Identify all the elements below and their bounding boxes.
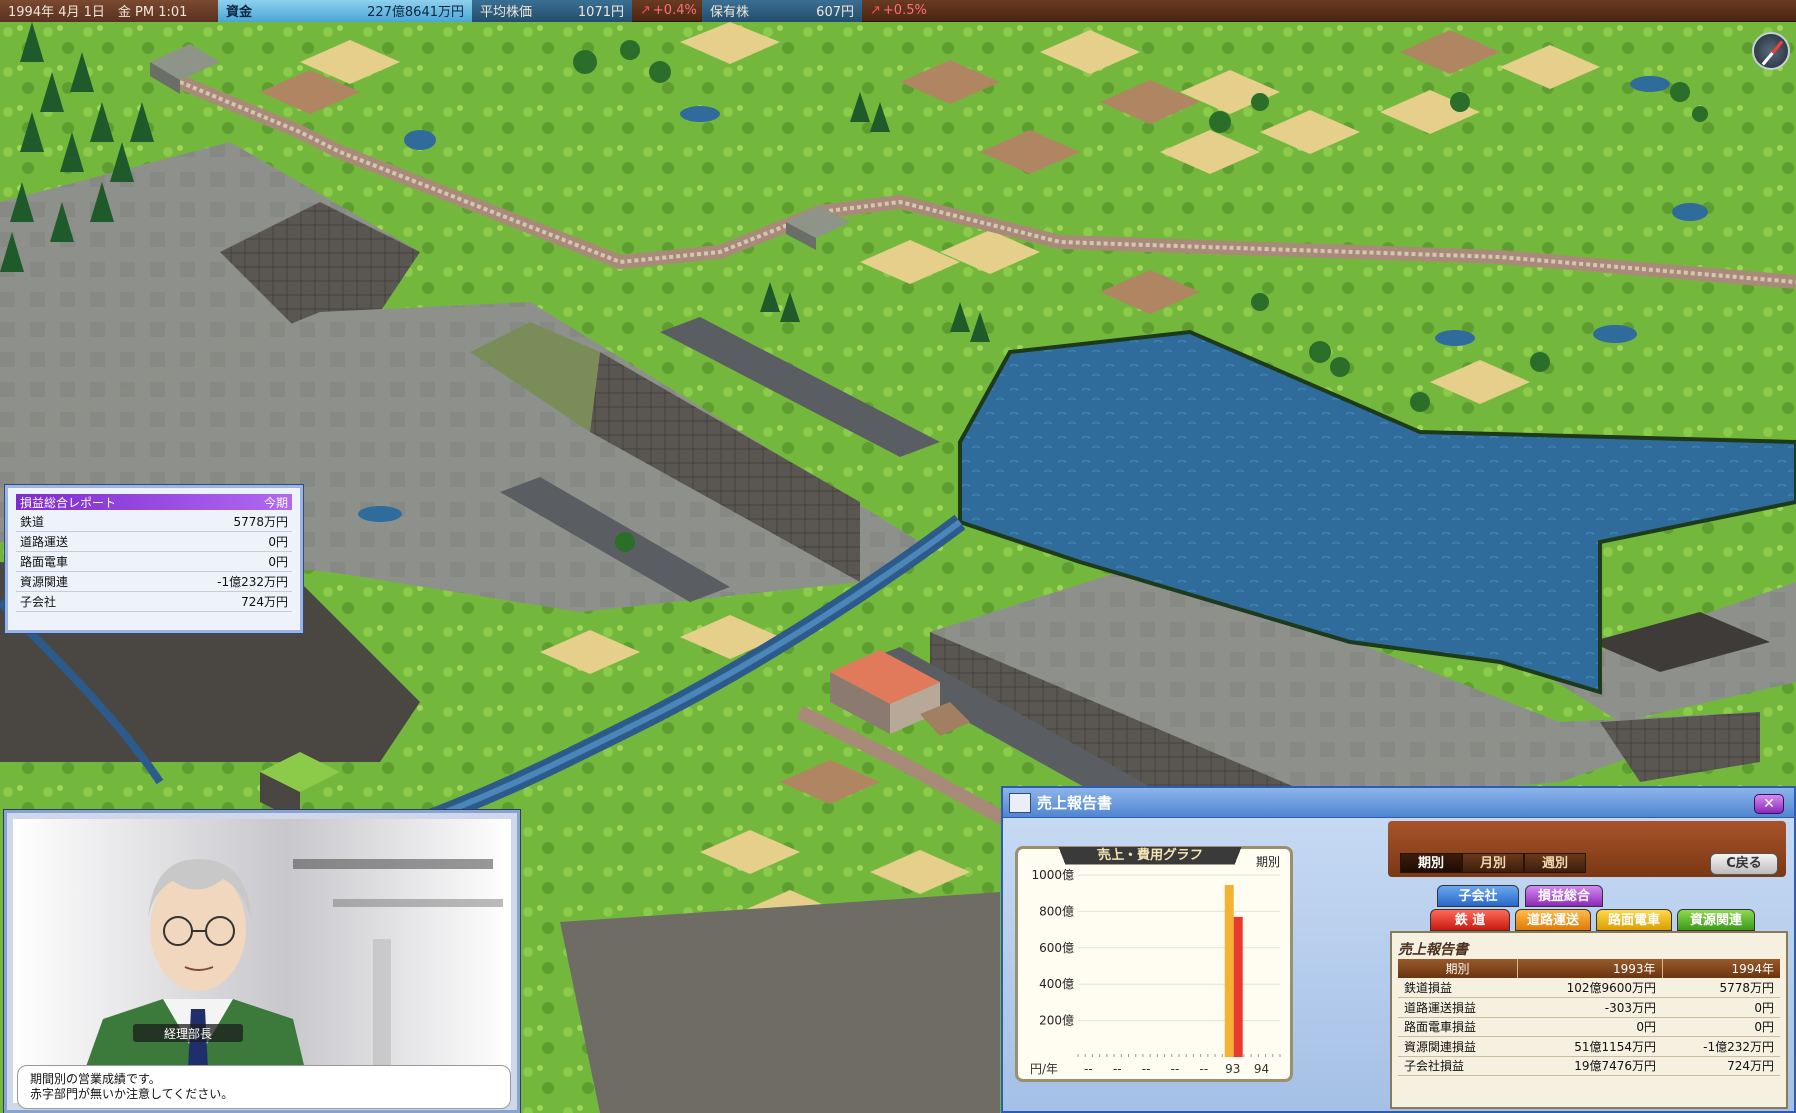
tab-subsidiary[interactable]: 子会社 — [1437, 885, 1519, 907]
tab-road-transport[interactable]: 道路運送 — [1515, 909, 1591, 931]
tab-weekly[interactable]: 週別 — [1524, 853, 1586, 873]
panel-header: 損益総合レポート 今期 — [16, 494, 292, 510]
revenue-expense-chart: 1000億 800億 600億 400億 200億円/年 -- -- -- -- -- 93 94 売… — [1015, 846, 1293, 1082]
window-title: 売上報告書 — [1037, 794, 1113, 812]
held-stock-change: ↗ +0.5% — [870, 3, 927, 18]
profit-loss-summary-panel: 損益総合レポート 今期 鉄道 5778万円 道路運送 0円 路面電車 0円 資源関連 -… — [5, 485, 303, 633]
x-tick-label: -- — [1084, 1062, 1093, 1076]
tab-period[interactable]: 期別 — [1400, 853, 1462, 873]
up-arrow-icon: ↗ — [640, 3, 651, 18]
summary-row: 資源関連 -1億232万円 — [16, 572, 292, 592]
table-row: 路面電車損益 0円 0円 — [1398, 1017, 1780, 1037]
advisor-portrait: 経理部長 — [13, 819, 511, 1103]
compass-icon[interactable] — [1752, 32, 1790, 70]
avg-stock-change: ↗ +0.4% — [640, 3, 697, 18]
summary-row: 道路運送 0円 — [16, 532, 292, 552]
column-header: 1994年 — [1661, 959, 1780, 978]
avg-stock-value: 1071円 — [552, 0, 632, 22]
held-stock-label: 保有株 — [702, 0, 782, 22]
sales-report-table-panel: 売上報告書 期別 1993年 1994年 鉄道損益 102億9600万円 5778万… — [1390, 931, 1788, 1109]
calculator-icon — [1009, 792, 1031, 813]
sales-report-window: 売上報告書 ✕ 1000億 800億 600億 400億 200億円/年 -- -- -- --… — [1001, 786, 1796, 1113]
tab-resources[interactable]: 資源関連 — [1677, 909, 1755, 931]
x-tick-label: -- — [1200, 1062, 1209, 1076]
period-tab-strip: 期別 月別 週別 C戻る — [1388, 821, 1786, 877]
table-row: 鉄道損益 102億9600万円 5778万円 — [1398, 978, 1780, 998]
game-screen: 1994年 4月 1日 金 PM 1:01 資金 227億8641万円 平均株価… — [0, 0, 1796, 1113]
tab-tram[interactable]: 路面電車 — [1596, 909, 1672, 931]
close-button[interactable]: ✕ — [1754, 794, 1784, 814]
up-arrow-icon: ↗ — [870, 3, 881, 18]
tab-pl-total[interactable]: 損益総合 — [1525, 885, 1603, 907]
chart-plot: 1000億 800億 600億 400億 200億円/年 -- -- -- -- -- 93 94 — [1030, 868, 1281, 1076]
unit-label: 円/年 — [1030, 1062, 1058, 1076]
x-tick-label: 93 — [1225, 1062, 1240, 1076]
back-button[interactable]: C戻る — [1710, 853, 1778, 875]
y-tick-label: 200億 — [1039, 1014, 1074, 1028]
held-stock-value: 607円 — [782, 0, 862, 22]
x-tick-label: -- — [1142, 1062, 1151, 1076]
y-tick-label: 1000億 — [1031, 868, 1074, 882]
column-header: 期別 — [1398, 959, 1518, 978]
panel-period: 今期 — [263, 495, 288, 510]
chart-title: 売上・費用グラフ — [1058, 846, 1242, 865]
y-tick-label: 400億 — [1039, 977, 1074, 991]
y-tick-label: 800億 — [1039, 904, 1074, 918]
status-bar: 1994年 4月 1日 金 PM 1:01 資金 227億8641万円 平均株価… — [0, 0, 1796, 22]
advisor-panel: 経理部長 期間別の営業成績です。 赤字部門が無いか注意してください。 — [4, 810, 520, 1113]
table-row: 道路運送損益 -303万円 0円 — [1398, 997, 1780, 1018]
summary-row: 路面電車 0円 — [16, 552, 292, 572]
tab-rail[interactable]: 鉄 道 — [1430, 909, 1510, 931]
funds-label: 資金 — [218, 0, 354, 22]
window-title-bar[interactable]: 売上報告書 — [1003, 788, 1794, 818]
funds-value: 227億8641万円 — [354, 0, 472, 22]
advisor-name: 経理部長 — [133, 1024, 243, 1042]
sales-report-table: 期別 1993年 1994年 鉄道損益 102億9600万円 5778万円 道路運送… — [1398, 959, 1780, 1076]
panel-title: 損益総合レポート — [20, 495, 117, 510]
tab-monthly[interactable]: 月別 — [1462, 853, 1524, 873]
table-row: 子会社損益 19億7476万円 724万円 — [1398, 1056, 1780, 1076]
game-date: 1994年 4月 1日 金 PM 1:01 — [0, 0, 218, 22]
x-tick-label: -- — [1113, 1062, 1122, 1076]
column-header: 1993年 — [1517, 959, 1663, 978]
summary-row: 鉄道 5778万円 — [16, 512, 292, 532]
report-title: 売上報告書 — [1398, 942, 1468, 958]
advisor-message: 期間別の営業成績です。 赤字部門が無いか注意してください。 — [17, 1065, 511, 1109]
table-row: 資源関連損益 51億1154万円 -1億232万円 — [1398, 1036, 1780, 1057]
chart-bar — [1224, 885, 1234, 1057]
x-tick-label: -- — [1171, 1062, 1180, 1076]
chart-bar — [1233, 916, 1243, 1057]
avg-stock-label: 平均株価 — [472, 0, 552, 22]
table-header-row: 期別 1993年 1994年 — [1398, 959, 1780, 978]
chart-period-label: 期別 — [1255, 855, 1280, 869]
summary-row: 子会社 724万円 — [16, 592, 292, 612]
x-tick-label: 94 — [1254, 1062, 1269, 1076]
y-tick-label: 600億 — [1039, 941, 1074, 955]
